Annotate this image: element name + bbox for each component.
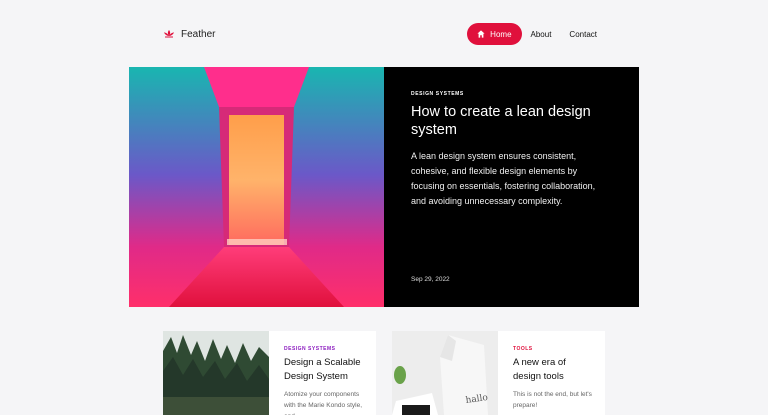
- post-card-body: Design Systems Design a Scalable Design …: [269, 331, 376, 415]
- post-excerpt: This is not the end, but let's prepare!: [513, 391, 592, 409]
- milk-carton-image: hallo: [392, 331, 498, 415]
- post-title[interactable]: Design a Scalable Design System: [284, 356, 364, 383]
- post-card-body: Tools A new era of design tools This is …: [498, 331, 605, 415]
- post-category[interactable]: Design Systems: [411, 91, 612, 97]
- brand-logo[interactable]: Feather: [163, 29, 215, 40]
- post-title[interactable]: How to create a lean design system: [411, 103, 611, 139]
- nav-contact[interactable]: Contact: [560, 23, 606, 45]
- post-date: Sep 29, 2022: [411, 276, 450, 283]
- post-category[interactable]: Tools: [513, 346, 593, 352]
- home-icon: [477, 30, 485, 38]
- hero-image: [129, 67, 384, 307]
- post-card[interactable]: Design Systems Design a Scalable Design …: [163, 331, 376, 415]
- post-title[interactable]: A new era of design tools: [513, 356, 593, 383]
- post-excerpt: Atomize your components with the Marie K…: [284, 391, 363, 415]
- nav-about[interactable]: About: [522, 23, 561, 45]
- forest-image: [163, 331, 269, 415]
- post-card[interactable]: hallo Tools A new era of design tools Th…: [392, 331, 605, 415]
- post-category[interactable]: Design Systems: [284, 346, 364, 352]
- site-header: Feather Home About Contact: [163, 22, 606, 46]
- lotus-icon: [164, 30, 174, 38]
- nav-home[interactable]: Home: [467, 23, 522, 45]
- brand-name: Feather: [181, 28, 216, 40]
- featured-post-body: Design Systems How to create a lean desi…: [384, 67, 639, 307]
- main-nav: Home About Contact: [467, 23, 606, 45]
- featured-post[interactable]: Design Systems How to create a lean desi…: [129, 67, 639, 307]
- post-excerpt: A lean design system ensures consistent,…: [411, 151, 596, 206]
- nav-home-label: Home: [490, 29, 512, 39]
